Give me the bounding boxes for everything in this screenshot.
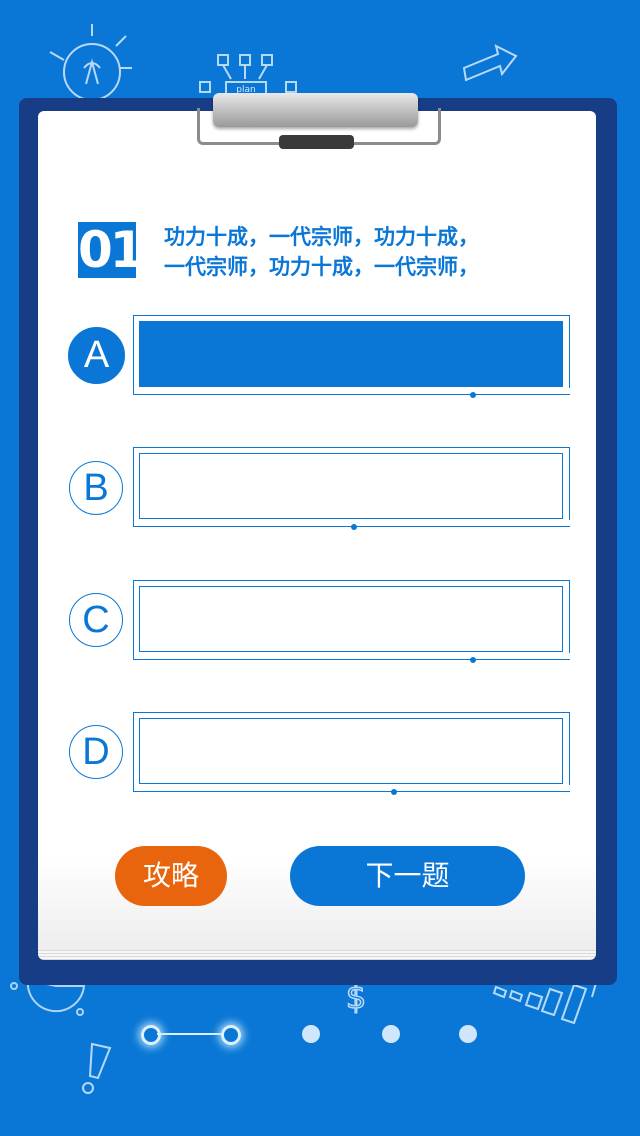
clip-bar	[213, 93, 418, 127]
exclamation-icon	[82, 1042, 112, 1094]
clip-knob	[279, 135, 354, 149]
page-indicator-5[interactable]	[459, 1025, 477, 1043]
question-text: 功力十成，一代宗师，功力十成， 一代宗师，功力十成，一代宗师，	[164, 222, 544, 282]
option-a-box[interactable]	[139, 321, 563, 387]
paper-stack-edge	[38, 950, 596, 960]
option-b-dot	[351, 524, 357, 530]
option-d-box[interactable]	[139, 718, 563, 784]
option-c-box[interactable]	[139, 586, 563, 652]
option-b-letter[interactable]: B	[69, 461, 123, 515]
page-indicator-4[interactable]	[382, 1025, 400, 1043]
page-indicator-3[interactable]	[302, 1025, 320, 1043]
page-indicator-2[interactable]	[221, 1025, 241, 1045]
lightbulb-icon	[49, 24, 132, 101]
option-b-box[interactable]	[139, 453, 563, 519]
next-question-button[interactable]: 下一题	[290, 846, 525, 906]
question-text-line-2: 一代宗师，功力十成，一代宗师，	[164, 255, 479, 279]
arrow-icon	[462, 44, 518, 82]
question-text-line-1: 功力十成，一代宗师，功力十成，	[164, 225, 479, 249]
option-c-dot	[470, 657, 476, 663]
option-d-letter[interactable]: D	[69, 725, 123, 779]
pagination-connector	[157, 1033, 221, 1035]
option-a-letter[interactable]: A	[68, 327, 125, 384]
page-indicator-1[interactable]	[141, 1025, 161, 1045]
guide-button[interactable]: 攻略	[115, 846, 227, 906]
flowchart-icon: plan	[199, 54, 297, 95]
question-number: 01	[78, 221, 145, 279]
option-d-dot	[391, 789, 397, 795]
option-a-dot	[470, 392, 476, 398]
option-c-letter[interactable]: C	[69, 593, 123, 647]
